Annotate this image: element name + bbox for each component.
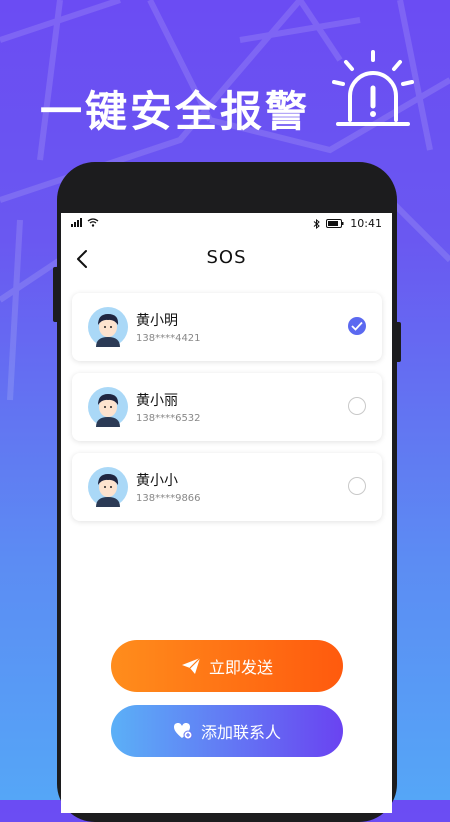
unselected-radio-icon[interactable] (348, 397, 366, 415)
contact-name: 黄小丽 (136, 393, 178, 409)
signal-icon (71, 218, 82, 227)
unselected-radio-icon[interactable] (348, 477, 366, 495)
contact-phone: 138****4421 (136, 333, 201, 344)
contact-card[interactable]: 黄小丽 138****6532 (72, 373, 382, 441)
heart-add-icon (173, 723, 193, 740)
avatar (88, 307, 128, 347)
paper-plane-icon (181, 657, 201, 674)
selected-check-icon[interactable] (348, 317, 366, 335)
phone-side-button (53, 267, 57, 322)
add-contact-label: 添加联系人 (200, 723, 281, 742)
contact-name: 黄小明 (136, 313, 178, 329)
send-now-label: 立即发送 (208, 658, 273, 677)
contact-phone: 138****6532 (136, 413, 201, 424)
bluetooth-icon (313, 218, 321, 229)
contact-name: 黄小小 (136, 473, 178, 489)
battery-icon (326, 219, 344, 228)
avatar (88, 387, 128, 427)
wifi-icon (87, 218, 99, 227)
phone-screen: 10:41 SOS 黄小明 138****4421 黄小丽 138****653… (61, 213, 392, 813)
status-time: 10:41 (350, 217, 382, 230)
page-title: SOS (206, 247, 247, 268)
contact-card[interactable]: 黄小小 138****9866 (72, 453, 382, 521)
phone-power-button (397, 322, 401, 362)
contact-list: 黄小明 138****4421 黄小丽 138****6532 黄小小 138*… (72, 293, 382, 533)
avatar (88, 467, 128, 507)
contact-phone: 138****9866 (136, 493, 201, 504)
add-contact-button[interactable]: 添加联系人 (111, 705, 343, 757)
nav-bar: SOS (61, 239, 392, 279)
promo-headline: 一键安全报警 (40, 87, 311, 136)
send-now-button[interactable]: 立即发送 (111, 640, 343, 692)
alarm-light-icon (332, 50, 414, 126)
status-bar: 10:41 (61, 213, 392, 235)
contact-card[interactable]: 黄小明 138****4421 (72, 293, 382, 361)
